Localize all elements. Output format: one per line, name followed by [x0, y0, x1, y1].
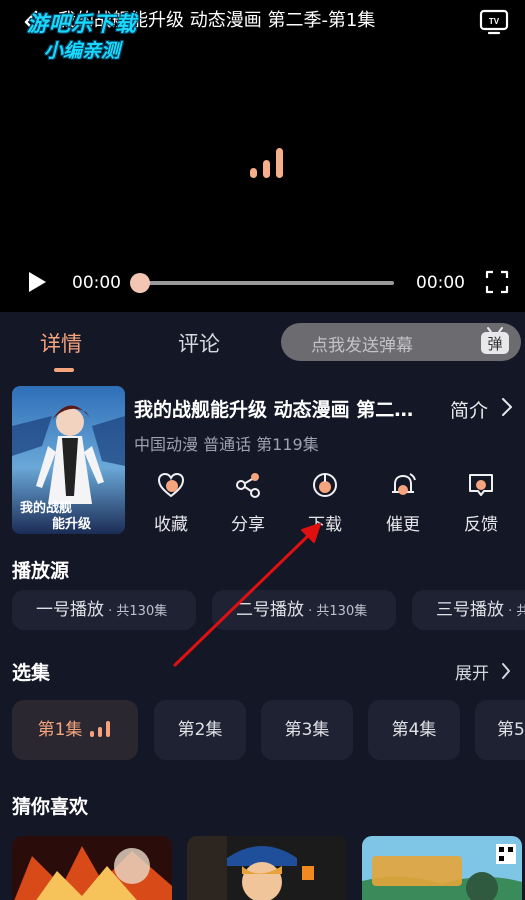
urge-update-button[interactable]: 催更 — [374, 470, 432, 535]
svg-text:能升级: 能升级 — [52, 516, 92, 532]
episode-item-1[interactable]: 第1集 — [12, 700, 138, 760]
seek-bar[interactable] — [138, 281, 394, 285]
tab-detail[interactable]: 详情 — [40, 328, 82, 358]
video-player[interactable]: 我的战舰能升级 动态漫画 第二季-第1集 游吧乐下载 小编亲测 TV 00:00… — [0, 0, 525, 312]
heart-icon — [157, 472, 185, 498]
svg-text:我的战舰: 我的战舰 — [20, 500, 72, 516]
danmaku-input[interactable]: 点我发送弹幕 弹 — [281, 323, 521, 361]
anime-title: 我的战舰能升级 动态漫画 第二… — [134, 399, 414, 421]
recommend-card-2[interactable] — [187, 836, 347, 900]
chevron-right-icon[interactable] — [500, 661, 512, 681]
share-icon — [236, 473, 260, 498]
expand-link[interactable]: 展开 — [455, 659, 489, 684]
anime-poster[interactable]: 我的战舰 能升级 — [12, 386, 125, 534]
recommend-thumbnail — [12, 836, 172, 900]
tv-cast-icon[interactable]: TV — [479, 8, 509, 36]
recommend-card-3[interactable] — [362, 836, 522, 900]
play-icon[interactable] — [26, 270, 48, 294]
feedback-icon — [469, 474, 493, 496]
source-item-2[interactable]: 二号播放 · 共130集 — [212, 590, 396, 630]
feedback-button[interactable]: 反馈 — [452, 470, 510, 535]
download-button[interactable]: 下载 — [296, 470, 354, 535]
tab-comment[interactable]: 评论 — [178, 328, 220, 358]
watermark-logo: 游吧乐下载 小编亲测 — [27, 12, 137, 62]
poster-image: 我的战舰 能升级 — [12, 386, 125, 534]
tab-bar: 详情 评论 点我发送弹幕 弹 — [0, 312, 525, 376]
source-item-3[interactable]: 三号播放 · 共 — [412, 590, 525, 630]
fullscreen-icon[interactable] — [485, 270, 509, 294]
episode-item-2[interactable]: 第2集 — [154, 700, 246, 760]
source-item-1[interactable]: 一号播放 · 共130集 — [12, 590, 196, 630]
loading-indicator-icon — [248, 146, 288, 178]
episode-item-5[interactable]: 第5 — [475, 700, 525, 760]
episode-item-4[interactable]: 第4集 — [368, 700, 460, 760]
episode-section-title: 选集 — [12, 662, 51, 684]
playing-indicator-icon — [90, 721, 112, 737]
recommend-section-title: 猜你喜欢 — [12, 796, 89, 818]
recommend-card-1[interactable] — [12, 836, 172, 900]
chevron-right-icon[interactable] — [500, 396, 514, 418]
danmaku-toggle-icon[interactable]: 弹 — [477, 324, 513, 360]
share-button[interactable]: 分享 — [219, 470, 277, 535]
current-time: 00:00 — [72, 273, 121, 293]
bell-icon — [392, 473, 416, 495]
episode-item-3[interactable]: 第3集 — [261, 700, 353, 760]
anime-meta: 中国动漫 普通话 第119集 — [134, 435, 319, 454]
download-icon — [313, 473, 337, 497]
danmaku-placeholder: 点我发送弹幕 — [311, 336, 413, 356]
recommend-thumbnail — [187, 836, 347, 900]
total-time: 00:00 — [416, 273, 465, 293]
source-section-title: 播放源 — [12, 560, 70, 582]
svg-text:弹: 弹 — [487, 335, 502, 353]
favorite-button[interactable]: 收藏 — [142, 470, 200, 535]
intro-link[interactable]: 简介 — [450, 396, 488, 423]
recommend-thumbnail — [362, 836, 522, 900]
seek-thumb[interactable] — [130, 273, 150, 293]
action-bar: 收藏 分享 下载 催更 反馈 — [134, 470, 514, 536]
tab-indicator — [54, 368, 74, 372]
svg-text:TV: TV — [489, 17, 500, 26]
